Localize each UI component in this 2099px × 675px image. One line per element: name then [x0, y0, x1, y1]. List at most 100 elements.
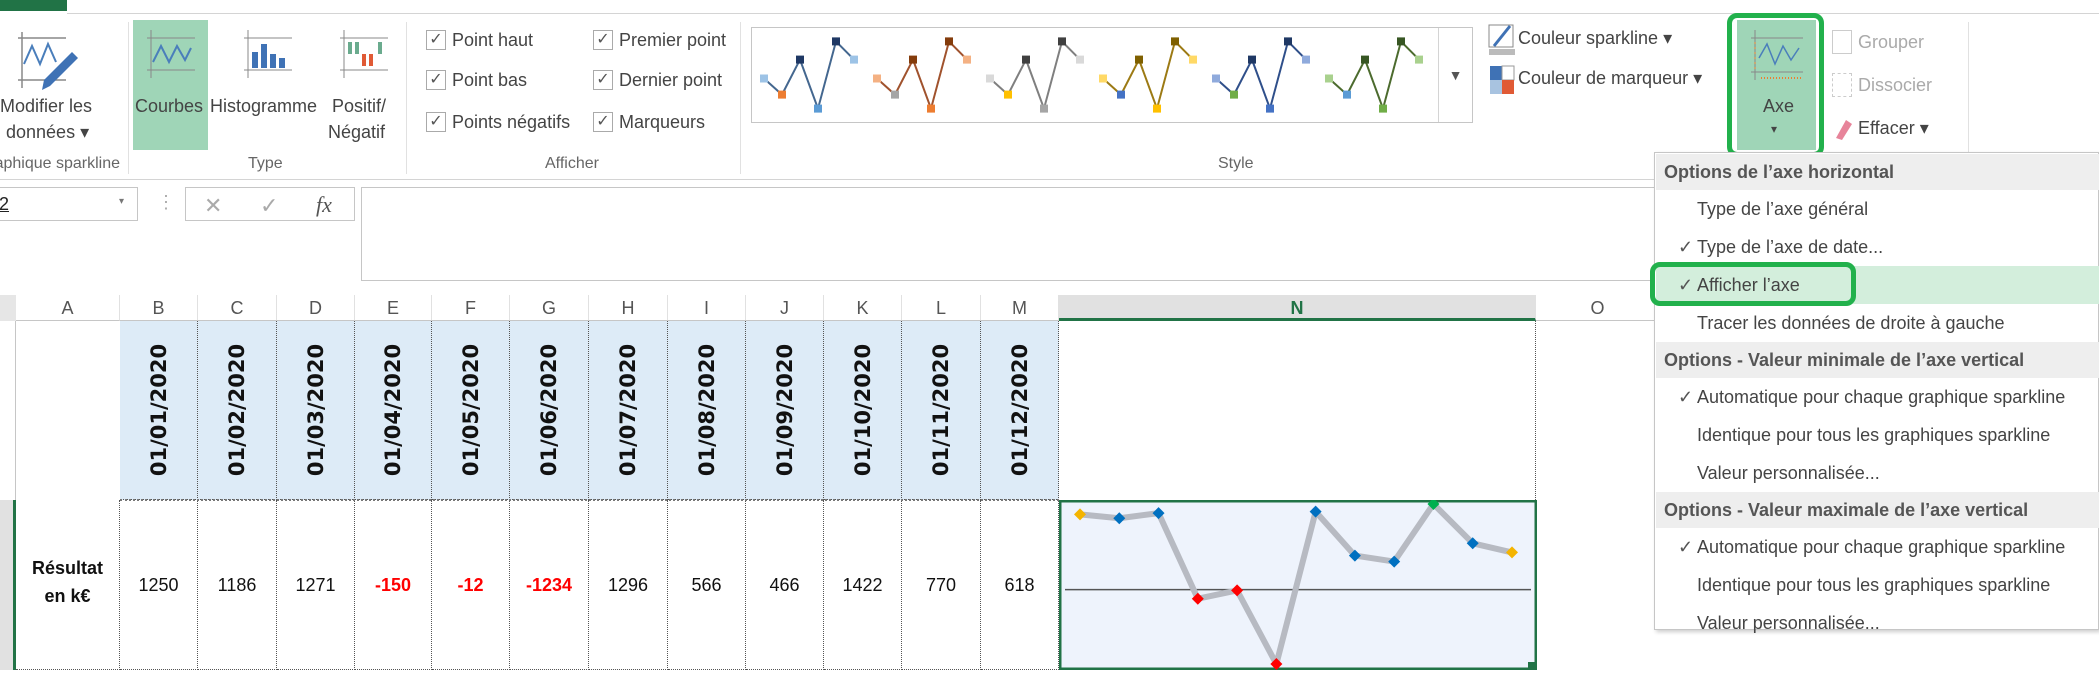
style-gallery-item-4[interactable]	[1212, 37, 1310, 113]
value-cell[interactable]: 466	[746, 500, 824, 670]
style-gallery-items	[760, 37, 1423, 113]
column-header-K[interactable]: K	[824, 295, 902, 321]
gallery-more-button[interactable]: ▼	[1438, 28, 1472, 122]
style-gallery-item-2[interactable]	[986, 37, 1084, 113]
clear-label: Effacer ▾	[1858, 118, 1929, 138]
date-cell[interactable]: 01/12/2020	[981, 321, 1059, 500]
value-cell[interactable]: -150	[355, 500, 432, 670]
column-header-C[interactable]: C	[198, 295, 277, 321]
style-gallery-item-0[interactable]	[760, 37, 858, 113]
column-header-M[interactable]: M	[981, 295, 1059, 321]
type-winloss-button[interactable]: Positif/ Négatif	[328, 20, 400, 150]
checkbox[interactable]: ✓	[426, 112, 446, 132]
insert-function-icon[interactable]: fx	[316, 192, 332, 218]
value-text: 566	[691, 575, 722, 595]
menu-item[interactable]: Valeur personnalisée...	[1656, 454, 2099, 492]
column-header-G[interactable]: G	[510, 295, 589, 321]
value-cell[interactable]: 1422	[824, 500, 902, 670]
clear-button[interactable]: Effacer ▾	[1832, 114, 1952, 144]
column-header-N[interactable]: N	[1059, 295, 1536, 321]
column-header-I[interactable]: I	[668, 295, 746, 321]
date-cell[interactable]: 01/03/2020	[277, 321, 355, 500]
style-gallery-item-1[interactable]	[873, 37, 971, 113]
cancel-icon[interactable]: ✕	[204, 193, 222, 219]
group-button[interactable]: Grouper	[1832, 28, 1952, 58]
formula-bar-grip-icon[interactable]: ⋮	[157, 192, 175, 213]
value-cell[interactable]: -1234	[510, 500, 589, 670]
show-option-5[interactable]: ✓ Marqueurs	[593, 110, 753, 136]
menu-item[interactable]: Identique pour tous les graphiques spark…	[1656, 566, 2099, 604]
select-all-corner[interactable]	[0, 295, 16, 321]
value-cell[interactable]: -12	[432, 500, 510, 670]
menu-item[interactable]: Identique pour tous les graphiques spark…	[1656, 416, 2099, 454]
column-header-L[interactable]: L	[902, 295, 981, 321]
show-option-4[interactable]: ✓ Dernier point	[593, 68, 753, 94]
value-text: 770	[925, 575, 957, 595]
row-label-cell[interactable]: Résultat en k€	[16, 500, 120, 670]
menu-item[interactable]: ✓ Automatique pour chaque graphique spark…	[1656, 378, 2099, 416]
cell-N1[interactable]	[1059, 321, 1536, 500]
column-header-F[interactable]: F	[432, 295, 510, 321]
date-cell[interactable]: 01/09/2020	[746, 321, 824, 500]
marker-color-button[interactable]: Couleur de marqueur ▾	[1488, 62, 1728, 98]
show-option-3[interactable]: ✓ Premier point	[593, 28, 753, 54]
sparkline-color-button[interactable]: Couleur sparkline ▾	[1488, 22, 1708, 58]
cell-A1[interactable]	[16, 321, 120, 500]
column-header-J[interactable]: J	[746, 295, 824, 321]
value-cell[interactable]: 1250	[120, 500, 198, 670]
menu-item[interactable]: Valeur personnalisée...	[1656, 604, 2099, 642]
sparkline-cell[interactable]	[1059, 500, 1537, 670]
file-tab[interactable]	[0, 0, 67, 11]
fill-handle[interactable]	[1528, 662, 1536, 670]
menu-item[interactable]: Type de l’axe général	[1656, 190, 2099, 228]
column-header-H[interactable]: H	[589, 295, 668, 321]
show-option-1[interactable]: ✓ Point bas	[426, 68, 586, 94]
row-header-1[interactable]	[0, 321, 16, 500]
value-cell[interactable]: 618	[981, 500, 1059, 670]
value-cell[interactable]: 1186	[198, 500, 277, 670]
menu-item[interactable]: Tracer les données de droite à gauche	[1656, 304, 2099, 342]
date-cell[interactable]: 01/10/2020	[824, 321, 902, 500]
date-cell[interactable]: 01/04/2020	[355, 321, 432, 500]
column-header-O[interactable]: O	[1536, 295, 1660, 321]
checkbox[interactable]: ✓	[593, 70, 613, 90]
formula-input[interactable]	[361, 187, 1761, 281]
date-cell[interactable]: 01/05/2020	[432, 321, 510, 500]
style-line	[1102, 39, 1194, 112]
value-cell[interactable]: 566	[668, 500, 746, 670]
type-histogramme-button[interactable]: Histogramme	[210, 20, 326, 150]
style-line	[1328, 39, 1420, 112]
row-header-2[interactable]	[0, 500, 16, 670]
date-cell[interactable]: 01/06/2020	[510, 321, 589, 500]
show-option-2[interactable]: ✓ Points négatifs	[426, 110, 586, 136]
menu-item[interactable]: ✓ Automatique pour chaque graphique spark…	[1656, 528, 2099, 566]
type-courbes-button[interactable]: Courbes	[133, 20, 208, 150]
value-cell[interactable]: 1296	[589, 500, 668, 670]
column-header-D[interactable]: D	[277, 295, 355, 321]
group-separator	[740, 22, 741, 174]
menu-item[interactable]: ✓ Type de l’axe de date...	[1656, 228, 2099, 266]
show-option-0[interactable]: ✓ Point haut	[426, 28, 586, 54]
column-header-A[interactable]: A	[16, 295, 120, 321]
checkbox[interactable]: ✓	[426, 70, 446, 90]
name-box[interactable]: 2 ▾	[0, 187, 138, 221]
eraser-icon	[1836, 120, 1852, 140]
style-gallery-item-3[interactable]	[1099, 37, 1197, 113]
date-cell[interactable]: 01/02/2020	[198, 321, 277, 500]
date-cell[interactable]: 01/01/2020	[120, 321, 198, 500]
column-header-E[interactable]: E	[355, 295, 432, 321]
date-cell[interactable]: 01/11/2020	[902, 321, 981, 500]
edit-data-button[interactable]: Modifier les données ▾	[0, 20, 124, 150]
ungroup-button[interactable]: Dissocier	[1832, 71, 1952, 101]
checkbox[interactable]: ✓	[593, 30, 613, 50]
value-cell[interactable]: 1271	[277, 500, 355, 670]
checkbox[interactable]: ✓	[593, 112, 613, 132]
date-cell[interactable]: 01/07/2020	[589, 321, 668, 500]
checkbox[interactable]: ✓	[426, 30, 446, 50]
style-marker	[1189, 55, 1197, 64]
value-cell[interactable]: 770	[902, 500, 981, 670]
column-header-B[interactable]: B	[120, 295, 198, 321]
date-cell[interactable]: 01/08/2020	[668, 321, 746, 500]
enter-icon[interactable]: ✓	[260, 193, 278, 219]
style-gallery-item-5[interactable]	[1325, 37, 1423, 113]
